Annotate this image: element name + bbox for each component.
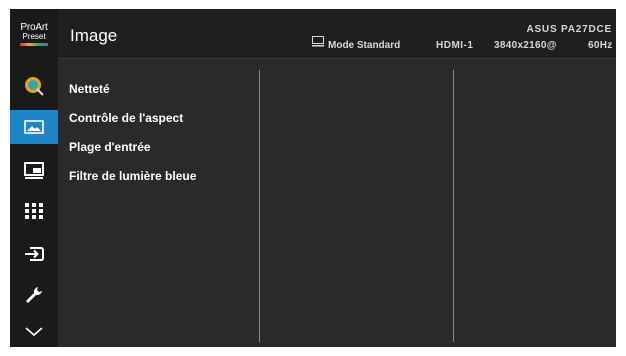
mode-status: Mode Standard <box>328 40 401 51</box>
refresh-status: 60Hz <box>588 40 613 51</box>
model-name: ASUS PA27DCE <box>526 24 612 35</box>
palette-icon <box>25 77 44 96</box>
header: Image Mode Standard HDMI-1 3840x2160@ 60… <box>58 9 616 59</box>
sidebar-item-palette[interactable] <box>10 69 58 103</box>
menu-content: Netteté Contrôle de l'aspect Plage d'ent… <box>58 60 616 347</box>
menu-item-input-range[interactable]: Plage d'entrée <box>69 140 151 154</box>
monitor-icon <box>312 36 324 47</box>
column-divider-1 <box>259 70 260 342</box>
logo-line2: Preset <box>22 31 46 41</box>
input-select-icon <box>25 247 44 261</box>
chevron-down-icon <box>25 327 43 337</box>
sidebar-item-image[interactable] <box>10 110 58 144</box>
grid-icon <box>25 203 43 219</box>
sidebar-item-pip[interactable] <box>10 154 58 188</box>
sidebar-item-input[interactable] <box>10 237 58 271</box>
sidebar-item-more[interactable] <box>10 315 58 347</box>
sidebar-item-settings[interactable] <box>10 278 58 312</box>
image-icon <box>24 120 44 134</box>
resolution-status: 3840x2160@ <box>494 40 557 51</box>
page-title: Image <box>70 26 118 45</box>
pip-icon <box>24 162 44 179</box>
logo-color-bar <box>20 42 48 46</box>
osd-window: ProArt Preset Image Mode Standard HDMI-1… <box>10 9 616 347</box>
menu-item-blue-light-filter[interactable]: Filtre de lumière bleue <box>69 169 196 183</box>
menu-item-aspect-control[interactable]: Contrôle de l'aspect <box>69 111 183 125</box>
wrench-icon <box>26 287 42 303</box>
column-divider-2 <box>453 70 454 342</box>
menu-item-sharpness[interactable]: Netteté <box>69 82 110 96</box>
input-status: HDMI-1 <box>436 40 474 51</box>
logo-line1: ProArt <box>20 21 48 33</box>
sidebar: ProArt Preset <box>10 9 58 347</box>
proart-preset-logo[interactable]: ProArt Preset <box>10 9 58 59</box>
sidebar-item-grid[interactable] <box>10 194 58 228</box>
